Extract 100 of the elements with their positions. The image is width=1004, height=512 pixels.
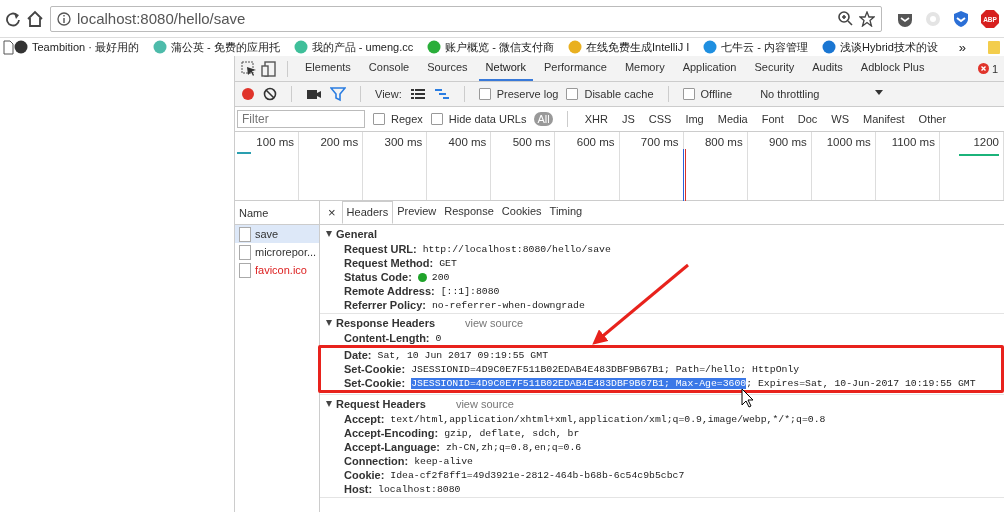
disclosure-triangle-icon[interactable] <box>326 320 332 326</box>
header-name: Request Method: <box>344 257 434 269</box>
header-value: 200 <box>431 271 450 283</box>
panel-tab[interactable]: Application <box>675 56 744 81</box>
panel-tab[interactable]: Sources <box>420 56 475 81</box>
bookmark[interactable]: 我的产品 - umeng.cc <box>293 39 414 55</box>
close-button[interactable]: × <box>322 205 342 220</box>
page-icon[interactable] <box>2 39 14 55</box>
more-bookmarks-button[interactable]: » <box>958 39 966 55</box>
type-filter[interactable]: Font <box>758 112 787 126</box>
type-filter[interactable]: Doc <box>794 112 821 126</box>
header-name: Accept-Encoding: <box>344 427 439 439</box>
panel-tab[interactable]: Console <box>361 56 417 81</box>
checkbox[interactable]: Preserve log <box>478 88 559 100</box>
reload-icon[interactable] <box>4 10 20 27</box>
panel-tab[interactable]: Memory <box>617 56 672 81</box>
record-icon[interactable] <box>241 87 255 101</box>
header-name: Cookie: <box>344 469 385 481</box>
bookmark[interactable]: 浅谈Hybrid技术的设 <box>822 39 938 55</box>
header-value: http://localhost:8080/hello/save <box>422 243 611 255</box>
panel-tab[interactable]: Security <box>747 56 802 81</box>
section-title[interactable]: General <box>336 228 377 240</box>
dropdown-arrow-icon[interactable] <box>874 88 885 97</box>
time-tick: 1100 ms <box>875 132 940 200</box>
error-icon[interactable] <box>977 63 989 74</box>
type-filter[interactable]: JS <box>618 112 638 126</box>
detail-tab[interactable]: Preview <box>393 201 441 224</box>
header-name: Accept-Language: <box>344 441 440 453</box>
view-label: View: <box>375 88 402 100</box>
selected-text: JSESSIONID=4D9C0E7F511B02EDAB4E483DBF9B67B1; Max-Age=3600 <box>411 377 747 389</box>
time-tick: 400 ms <box>427 132 492 200</box>
bookmark[interactable]: Teambition · 最好用的 <box>14 39 139 55</box>
clear-icon[interactable] <box>263 87 277 101</box>
detail-tab[interactable]: Response <box>440 201 498 224</box>
header-value: keep-alive <box>414 455 473 467</box>
file-icon <box>239 226 251 242</box>
list-view-icon[interactable] <box>409 87 426 101</box>
checkbox[interactable]: Disable cache <box>566 88 654 100</box>
detail-tab[interactable]: Headers <box>341 201 394 224</box>
waterfall-icon[interactable] <box>433 87 450 101</box>
header-value: Sat, 10 Jun 2017 09:19:55 GMT <box>377 349 548 361</box>
header-name: Content-Length: <box>344 332 430 344</box>
request-name: save <box>255 228 279 240</box>
detail-tab[interactable]: Timing <box>545 201 587 224</box>
device-icon[interactable] <box>261 60 277 77</box>
panel-tab[interactable]: Elements <box>298 56 358 81</box>
load-event-line <box>683 149 686 201</box>
type-filter[interactable]: Media <box>714 112 751 126</box>
request-row[interactable]: microrepor... <box>235 243 319 261</box>
view-source-link[interactable]: view source <box>465 317 524 329</box>
home-icon[interactable] <box>26 9 44 28</box>
header-value: GET <box>439 257 457 269</box>
header-name: Host: <box>344 483 373 495</box>
panel-tab[interactable]: Audits <box>805 56 850 81</box>
type-filter[interactable]: WS <box>828 112 852 126</box>
star-icon[interactable] <box>859 10 875 27</box>
request-row[interactable]: save <box>235 225 319 243</box>
header-name: Date: <box>344 349 372 361</box>
header-name: Request URL: <box>344 243 417 255</box>
url-text: localhost:8080/hello/save <box>77 10 247 27</box>
time-tick: 500 ms <box>491 132 556 200</box>
bookmark[interactable]: 账户概览 - 微信支付商 <box>427 39 554 55</box>
header-value: no-referrer-when-downgrade <box>431 299 585 311</box>
section-title[interactable]: Request Headers <box>336 398 426 410</box>
request-row[interactable]: favicon.ico <box>235 261 319 279</box>
throttling-dropdown[interactable]: No throttling <box>760 88 885 100</box>
type-filter[interactable]: CSS <box>645 112 675 126</box>
bookmark[interactable]: 七牛云 - 内容管理 <box>703 39 809 55</box>
bookmark[interactable]: 在线免费生成IntelliJ I <box>568 39 690 55</box>
inspect-icon[interactable] <box>241 60 257 77</box>
header-name: Connection: <box>344 455 409 467</box>
site-icon <box>822 40 837 54</box>
filter-field[interactable]: Filter <box>237 110 365 128</box>
info-icon[interactable] <box>57 11 71 26</box>
filter-icon[interactable] <box>330 86 346 102</box>
type-filter[interactable]: Img <box>682 112 707 126</box>
camera-icon[interactable] <box>306 87 322 101</box>
site-icon <box>568 40 582 54</box>
header-value: ; Expires=Sat, 10-Jun-2017 10:19:55 GMT <box>746 377 976 389</box>
type-filter[interactable]: XHR <box>581 112 611 126</box>
type-filter[interactable]: Manifest <box>860 112 908 126</box>
section-title[interactable]: Response Headers <box>336 317 436 329</box>
disclosure-triangle-icon[interactable] <box>326 231 332 237</box>
zoom-icon[interactable] <box>838 11 853 26</box>
header-value: 0 <box>435 332 442 344</box>
bookmark[interactable]: 蒲公英 - 免费的应用托 <box>153 39 280 55</box>
checkbox[interactable]: Regex <box>373 113 423 125</box>
disclosure-triangle-icon[interactable] <box>326 401 332 407</box>
shield-icon[interactable] <box>952 9 970 28</box>
panel-tab[interactable]: Adblock Plus <box>853 56 932 81</box>
header-name: Remote Address: <box>344 285 435 297</box>
error-count: 1 <box>991 62 998 75</box>
address-bar[interactable]: localhost:8080/hello/save <box>50 5 882 32</box>
view-source-link[interactable]: view source <box>455 398 514 410</box>
type-filter[interactable]: Other <box>915 112 950 126</box>
panel-tab[interactable]: Performance <box>536 56 614 81</box>
detail-tab[interactable]: Cookies <box>497 201 546 224</box>
site-icon <box>427 40 442 54</box>
checkbox[interactable]: Hide data URLs <box>430 113 527 125</box>
checkbox[interactable]: Offline <box>682 88 733 100</box>
